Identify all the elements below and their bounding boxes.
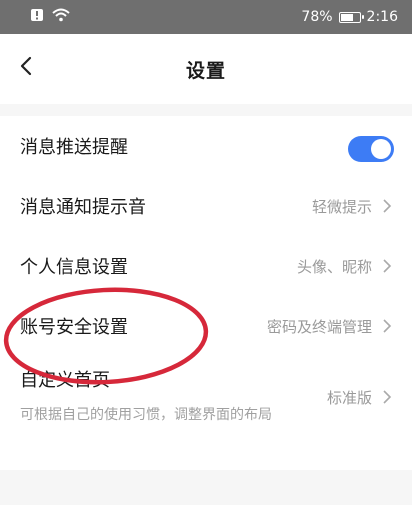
setting-subtext: 可根据自己的使用习惯，调整界面的布局 xyxy=(20,407,272,423)
setting-value: 标准版 xyxy=(326,388,372,407)
setting-value: 密码及终端管理 xyxy=(266,317,372,336)
setting-label: 账号安全设置 xyxy=(20,317,128,338)
setting-value: 轻微提示 xyxy=(311,197,372,216)
back-icon[interactable] xyxy=(14,52,38,80)
clock: 2:16 xyxy=(366,9,398,25)
push-reminder-toggle[interactable] xyxy=(348,136,394,162)
setting-push-reminder[interactable]: 消息推送提醒 xyxy=(0,116,412,176)
alert-icon xyxy=(30,8,44,26)
status-bar: 78% 2:16 xyxy=(0,0,412,34)
setting-label: 消息推送提醒 xyxy=(20,137,128,158)
setting-label: 消息通知提示音 xyxy=(20,197,146,218)
battery-icon xyxy=(338,11,364,23)
setting-label: 个人信息设置 xyxy=(20,257,128,278)
section-divider xyxy=(0,104,412,116)
wifi-icon xyxy=(52,8,70,26)
setting-account-security[interactable]: 账号安全设置 密码及终端管理 xyxy=(0,296,412,356)
setting-notification-sound[interactable]: 消息通知提示音 轻微提示 xyxy=(0,176,412,236)
page-title: 设置 xyxy=(185,59,226,82)
bottom-divider xyxy=(0,470,412,505)
setting-value: 头像、昵称 xyxy=(296,257,372,276)
toggle-knob xyxy=(371,139,391,159)
chevron-right-icon xyxy=(383,319,392,333)
setting-label: 自定义首页 xyxy=(20,370,110,391)
settings-list: 消息推送提醒 消息通知提示音 轻微提示 个人信息设置 头像、昵称 账号安全设置 … xyxy=(0,116,412,438)
chevron-right-icon xyxy=(383,259,392,273)
battery-percent: 78% xyxy=(301,9,333,25)
nav-bar: 设置 xyxy=(0,34,412,105)
chevron-right-icon xyxy=(383,390,392,404)
setting-personal-info[interactable]: 个人信息设置 头像、昵称 xyxy=(0,236,412,296)
chevron-right-icon xyxy=(383,199,392,213)
setting-custom-homepage[interactable]: 自定义首页 可根据自己的使用习惯，调整界面的布局 标准版 xyxy=(0,356,412,438)
